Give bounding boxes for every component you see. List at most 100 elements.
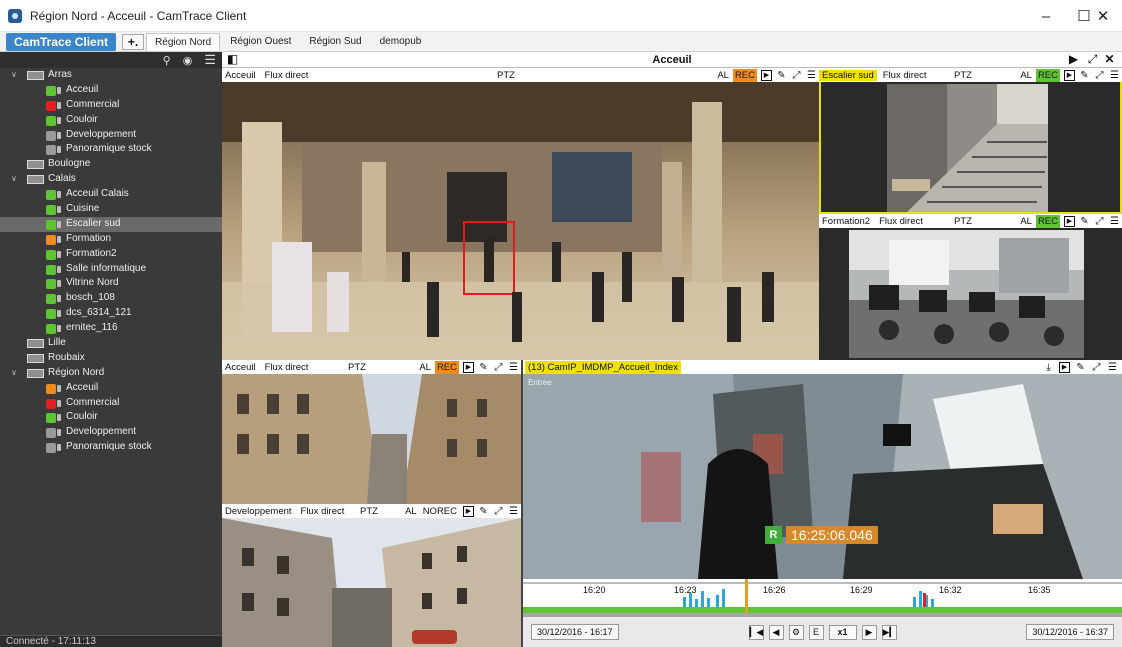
edit-icon[interactable]: ✎ bbox=[776, 70, 787, 81]
stream-mode[interactable]: Flux direct bbox=[301, 506, 345, 517]
add-tab-button[interactable]: +. bbox=[122, 33, 145, 50]
alarm-toggle[interactable]: AL bbox=[405, 506, 417, 517]
tree-camera[interactable]: Developpement bbox=[0, 425, 222, 440]
rec-button[interactable]: REC bbox=[434, 360, 459, 374]
menu-icon[interactable]: ☰ bbox=[1109, 70, 1120, 81]
alarm-toggle[interactable]: AL bbox=[1020, 216, 1032, 227]
rec-button[interactable]: REC bbox=[1035, 68, 1060, 82]
tree-camera[interactable]: Cuisine bbox=[0, 202, 222, 217]
tree-camera[interactable]: Couloir bbox=[0, 410, 222, 425]
range-start-date[interactable]: 30/12/2016 - 16:17 bbox=[531, 624, 619, 640]
menu-icon[interactable]: ☰ bbox=[806, 70, 817, 81]
playback-panel[interactable]: (13) CamIP_IMDMP_Accueil_Index ⤓ ▶ ✎ ⤢ ☰ bbox=[523, 360, 1122, 647]
fullscreen-icon[interactable]: ⤢ bbox=[1086, 53, 1099, 66]
playback-icon[interactable]: ▶ bbox=[1059, 361, 1070, 373]
menu-icon[interactable]: ☰ bbox=[204, 52, 216, 68]
rec-button[interactable]: REC bbox=[732, 68, 757, 82]
menu-icon[interactable]: ☰ bbox=[508, 362, 519, 373]
tree-camera[interactable]: Salle informatique bbox=[0, 262, 222, 277]
tree-camera[interactable]: Vitrine Nord bbox=[0, 276, 222, 291]
ptz-button[interactable]: PTZ bbox=[348, 362, 366, 373]
tree-site[interactable]: Boulogne bbox=[0, 157, 222, 172]
minimize-button[interactable]: – bbox=[1027, 0, 1065, 32]
edit-icon[interactable]: ✎ bbox=[478, 506, 489, 517]
play-icon[interactable]: ▶ bbox=[1067, 53, 1080, 66]
menu-icon[interactable]: ☰ bbox=[1107, 362, 1118, 373]
tab-region-ouest[interactable]: Région Ouest bbox=[222, 33, 299, 51]
chevron-down-icon[interactable]: ∨ bbox=[11, 172, 17, 187]
tree-camera[interactable]: Commercial bbox=[0, 396, 222, 411]
playback-icon[interactable]: ▶ bbox=[463, 361, 474, 373]
tree-camera[interactable]: Formation2 bbox=[0, 247, 222, 262]
expand-icon[interactable]: ⤢ bbox=[1094, 216, 1105, 227]
close-wall-icon[interactable]: ✕ bbox=[1103, 53, 1116, 66]
tree-site[interactable]: ∨ Calais bbox=[0, 172, 222, 187]
range-end-date[interactable]: 30/12/2016 - 16:37 bbox=[1026, 624, 1114, 640]
speed-button[interactable]: x1 bbox=[828, 624, 857, 640]
expand-icon[interactable]: ⤢ bbox=[493, 362, 504, 373]
tree-camera[interactable]: Escalier sud bbox=[0, 216, 222, 232]
chevron-down-icon[interactable]: ∨ bbox=[11, 68, 17, 83]
camera-panel-formation2[interactable]: Formation2 Flux direct PTZ AL REC ▶ ✎ ⤢ … bbox=[819, 214, 1122, 360]
camera-panel-escalier-sud[interactable]: Escalier sud Flux direct PTZ AL REC ▶ ✎ … bbox=[819, 68, 1122, 214]
camera-panel-acceuil-main[interactable]: Acceuil Flux direct PTZ AL REC ▶ ✎ ⤢ ☰ bbox=[222, 68, 819, 360]
tree-camera[interactable]: Developpement bbox=[0, 128, 222, 143]
alarm-toggle[interactable]: AL bbox=[1020, 70, 1032, 81]
playback-icon[interactable]: ▶ bbox=[463, 505, 474, 517]
expand-icon[interactable]: ⤢ bbox=[493, 506, 504, 517]
camera-panel-developpement[interactable]: Developpement Flux direct PTZ AL NOREC ▶… bbox=[222, 504, 521, 647]
tab-demopub[interactable]: demopub bbox=[372, 33, 430, 51]
download-icon[interactable]: ⤓ bbox=[1043, 362, 1054, 373]
tab-region-nord[interactable]: Région Nord bbox=[146, 32, 221, 51]
edit-icon[interactable]: ✎ bbox=[1079, 216, 1090, 227]
ptz-button[interactable]: PTZ bbox=[954, 70, 972, 81]
chevron-down-icon[interactable]: ∨ bbox=[11, 366, 17, 381]
stream-mode[interactable]: Flux direct bbox=[883, 70, 927, 81]
edit-icon[interactable]: ✎ bbox=[1079, 70, 1090, 81]
ptz-button[interactable]: PTZ bbox=[497, 70, 515, 81]
eye-icon[interactable]: ◉ bbox=[183, 54, 193, 67]
edit-icon[interactable]: ✎ bbox=[1075, 362, 1086, 373]
tab-region-sud[interactable]: Région Sud bbox=[301, 33, 369, 51]
tree-camera[interactable]: Acceuil bbox=[0, 83, 222, 98]
close-window-button[interactable]: ✕ bbox=[1084, 0, 1122, 32]
play-icon[interactable]: ▶ bbox=[861, 624, 877, 640]
tree-site[interactable]: ∨ Arras bbox=[0, 68, 222, 83]
step-back-icon[interactable]: ◀ bbox=[768, 624, 784, 640]
rec-button[interactable]: NOREC bbox=[421, 505, 459, 518]
ptz-button[interactable]: PTZ bbox=[360, 506, 378, 517]
playback-icon[interactable]: ▶ bbox=[761, 69, 772, 81]
playback-icon[interactable]: ▶ bbox=[1064, 215, 1075, 227]
brand-button[interactable]: CamTrace Client bbox=[6, 32, 117, 51]
search-icon[interactable]: ⚲ bbox=[163, 54, 171, 67]
stream-mode[interactable]: Flux direct bbox=[265, 70, 309, 81]
stream-mode[interactable]: Flux direct bbox=[265, 362, 309, 373]
ptz-button[interactable]: PTZ bbox=[954, 216, 972, 227]
rec-button[interactable]: REC bbox=[1035, 214, 1060, 228]
export-icon[interactable]: E bbox=[808, 624, 824, 640]
tree-camera[interactable]: Commercial bbox=[0, 98, 222, 113]
alarm-toggle[interactable]: AL bbox=[419, 362, 431, 373]
tree-camera[interactable]: ernitec_116 bbox=[0, 321, 222, 336]
tree-site[interactable]: Roubaix bbox=[0, 351, 222, 366]
settings-icon[interactable]: ⚙ bbox=[788, 624, 804, 640]
skip-forward-icon[interactable]: ▶▎ bbox=[881, 624, 897, 640]
expand-icon[interactable]: ⤢ bbox=[1091, 362, 1102, 373]
playback-icon[interactable]: ▶ bbox=[1064, 69, 1075, 81]
tree-site[interactable]: Lille bbox=[0, 336, 222, 351]
alarm-toggle[interactable]: AL bbox=[717, 70, 729, 81]
expand-icon[interactable]: ⤢ bbox=[1094, 70, 1105, 81]
tree-camera[interactable]: Formation bbox=[0, 232, 222, 247]
stream-mode[interactable]: Flux direct bbox=[879, 216, 923, 227]
tree-camera[interactable]: bosch_108 bbox=[0, 291, 222, 306]
tree-camera[interactable]: dcs_6314_121 bbox=[0, 306, 222, 321]
menu-icon[interactable]: ☰ bbox=[1109, 216, 1120, 227]
tree-camera[interactable]: Acceuil Calais bbox=[0, 187, 222, 202]
tree-site[interactable]: ∨ Région Nord bbox=[0, 366, 222, 381]
playback-timeline[interactable]: 16:20 16:23 16:26 16:29 16:32 16:35 bbox=[523, 579, 1122, 617]
tree-camera[interactable]: Couloir bbox=[0, 113, 222, 128]
edit-icon[interactable]: ✎ bbox=[478, 362, 489, 373]
tree-camera[interactable]: Panoramique stock bbox=[0, 142, 222, 157]
tree-camera[interactable]: Acceuil bbox=[0, 381, 222, 396]
camera-panel-acceuil-street[interactable]: Acceuil Flux direct PTZ AL REC ▶ ✎ ⤢ ☰ bbox=[222, 360, 521, 504]
